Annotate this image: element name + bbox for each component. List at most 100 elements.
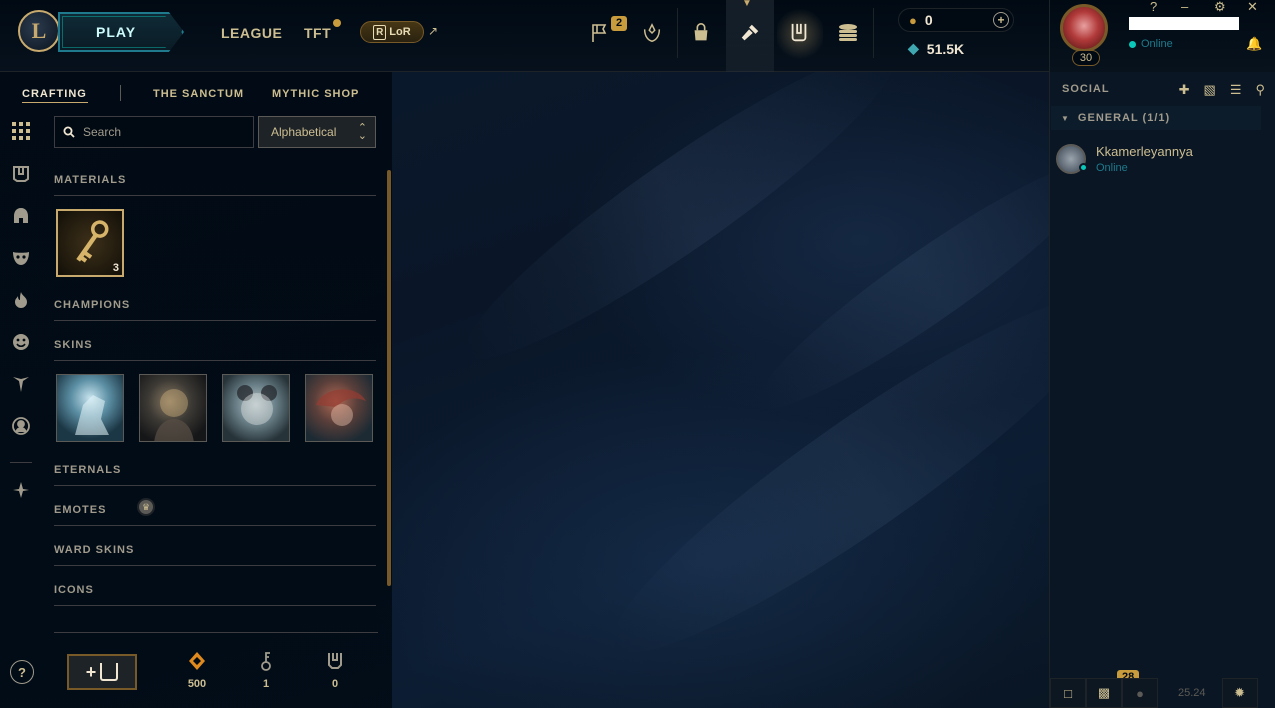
group-label: GENERAL (1/1) — [1077, 112, 1171, 124]
section-label: EMOTES — [54, 504, 107, 516]
crafting-panel: CRAFTING THE SANCTUM MYTHIC SHOP Search … — [0, 72, 392, 708]
section-label: CHAMPIONS — [54, 299, 131, 311]
loot-hammer-icon[interactable] — [735, 18, 765, 48]
play-button[interactable]: PLAY — [58, 12, 184, 52]
notification-bell-icon[interactable]: 🔔 — [1246, 36, 1262, 52]
blue-essence-icon: ◆ — [908, 40, 919, 56]
eternals-flame-icon[interactable] — [10, 289, 32, 311]
add-chest-button[interactable]: + — [67, 654, 137, 690]
minimize-icon[interactable]: – — [1181, 0, 1188, 14]
status-text: Online — [1141, 38, 1173, 50]
profile-header: 30 Online ? – ⚙ ✕ 🔔 — [1050, 0, 1275, 72]
help-button[interactable]: ? — [10, 660, 34, 684]
search-icon[interactable]: ⚲ — [1255, 82, 1265, 98]
chest-value: 0 — [331, 678, 339, 690]
section-materials[interactable]: MATERIALS — [54, 174, 376, 196]
tab-separator — [120, 85, 121, 101]
ranked-crest-icon[interactable] — [637, 18, 667, 48]
key-icon — [76, 220, 109, 263]
section-emotes[interactable]: EMOTES — [54, 504, 376, 526]
avatar[interactable] — [1060, 4, 1108, 52]
voice-mic-icon[interactable]: ● — [1122, 678, 1158, 708]
lor-logo-icon: R — [373, 24, 387, 40]
summoner-name-redacted — [1129, 17, 1239, 30]
item-count: 3 — [112, 262, 119, 274]
friend-name: Kkamerleyannya — [1096, 144, 1193, 159]
friend-group-general[interactable]: ▼ GENERAL (1/1) — [1051, 106, 1261, 130]
section-label: MATERIALS — [54, 174, 127, 186]
section-eternals[interactable]: ETERNALS — [54, 464, 376, 486]
chevron-updown-icon: ⌃ ⌄ — [357, 122, 367, 142]
help-icon[interactable]: ? — [1150, 0, 1157, 14]
chat-icon[interactable]: □ — [1050, 678, 1086, 708]
summoner-level: 30 — [1072, 50, 1100, 66]
settings-gear-icon[interactable]: ⚙ — [1214, 0, 1226, 15]
section-label: SKINS — [54, 339, 93, 351]
emote-face-icon[interactable] — [10, 331, 32, 353]
chest-icon — [315, 652, 355, 672]
orange-essence-icon — [177, 652, 217, 672]
top-navigation-bar: L PLAY LEAGUE TFT R LoR ↗ 2 ▼ ● 0 + ◆ 51… — [0, 0, 1049, 72]
orange-essence-value: 500 — [187, 678, 207, 690]
chest-icon — [100, 663, 119, 681]
skin-mask-icon[interactable] — [10, 247, 32, 269]
client-version: 25.24 — [1178, 687, 1206, 699]
rp-balance: ● 0 + — [898, 8, 1014, 32]
nav-league[interactable]: LEAGUE — [221, 25, 282, 41]
tab-crafting[interactable]: CRAFTING — [22, 88, 87, 100]
social-title-label: SOCIAL — [1062, 83, 1110, 95]
add-folder-icon[interactable]: ▧ — [1204, 82, 1216, 98]
friend-list-item[interactable]: Kkamerleyannya Online — [1056, 142, 1271, 178]
league-logo-icon[interactable]: L — [18, 10, 60, 52]
all-items-grid-icon[interactable] — [10, 120, 32, 142]
section-champions[interactable]: CHAMPIONS — [54, 299, 376, 321]
profile-icon-category-icon[interactable] — [10, 415, 32, 437]
other-category-icon[interactable] — [10, 479, 32, 501]
close-icon[interactable]: ✕ — [1247, 0, 1258, 15]
orange-essence-balance: 500 — [177, 652, 217, 690]
tab-mythic-shop[interactable]: MYTHIC SHOP — [272, 88, 359, 100]
bug-report-icon[interactable]: ✹ — [1221, 678, 1258, 708]
skin-item[interactable] — [305, 374, 373, 442]
sort-dropdown[interactable]: Alphabetical ⌃ ⌄ — [258, 116, 376, 148]
tft-notification-dot — [333, 19, 341, 27]
lor-button[interactable]: R LoR — [360, 21, 424, 43]
champion-helmet-icon[interactable] — [10, 205, 32, 227]
collection-bag-icon[interactable] — [686, 18, 716, 48]
active-tab-underline — [22, 102, 88, 103]
tab-the-sanctum[interactable]: THE SANCTUM — [153, 88, 244, 100]
skin-item[interactable] — [139, 374, 207, 442]
social-panel: 30 Online ? – ⚙ ✕ 🔔 SOCIAL ✚ ▧ ☰ ⚲ ▼ GEN… — [1049, 0, 1275, 708]
coins-icon[interactable] — [833, 18, 863, 48]
status-indicator[interactable]: Online — [1129, 38, 1173, 50]
loot-scrollbar[interactable] — [387, 170, 391, 586]
missions-badge: 2 — [611, 16, 628, 31]
store-chest-icon[interactable] — [784, 18, 814, 48]
section-icons[interactable]: ICONS — [54, 584, 376, 606]
buy-rp-button[interactable]: + — [993, 12, 1009, 28]
section-skins[interactable]: SKINS — [54, 339, 376, 361]
section-ward-skins[interactable]: WARD SKINS — [54, 544, 376, 566]
chest-balance: 0 — [315, 652, 355, 690]
key-icon — [246, 652, 286, 672]
sort-value: Alphabetical — [271, 125, 337, 139]
nav-tft[interactable]: TFT — [304, 25, 331, 41]
social-toolbar: ✚ ▧ ☰ ⚲ — [1179, 82, 1265, 98]
rp-value: 0 — [924, 12, 933, 28]
ward-skin-icon[interactable] — [10, 373, 32, 395]
chest-category-icon[interactable] — [10, 163, 32, 185]
divider — [677, 8, 678, 58]
skin-item[interactable] — [56, 374, 124, 442]
chat-history-icon[interactable]: ▩ — [1086, 678, 1122, 708]
key-fragment-item[interactable]: 3 — [56, 209, 124, 277]
caret-down-icon: ▼ — [1061, 113, 1070, 123]
skin-item[interactable] — [222, 374, 290, 442]
section-label: ICONS — [54, 584, 94, 596]
search-input[interactable]: Search — [54, 116, 254, 148]
list-view-icon[interactable]: ☰ — [1230, 82, 1242, 98]
friend-status: Online — [1096, 162, 1128, 174]
section-label: WARD SKINS — [54, 544, 135, 556]
active-tab-caret-icon: ▼ — [742, 0, 752, 9]
lor-label: LoR — [389, 26, 411, 38]
add-friend-icon[interactable]: ✚ — [1179, 82, 1190, 98]
